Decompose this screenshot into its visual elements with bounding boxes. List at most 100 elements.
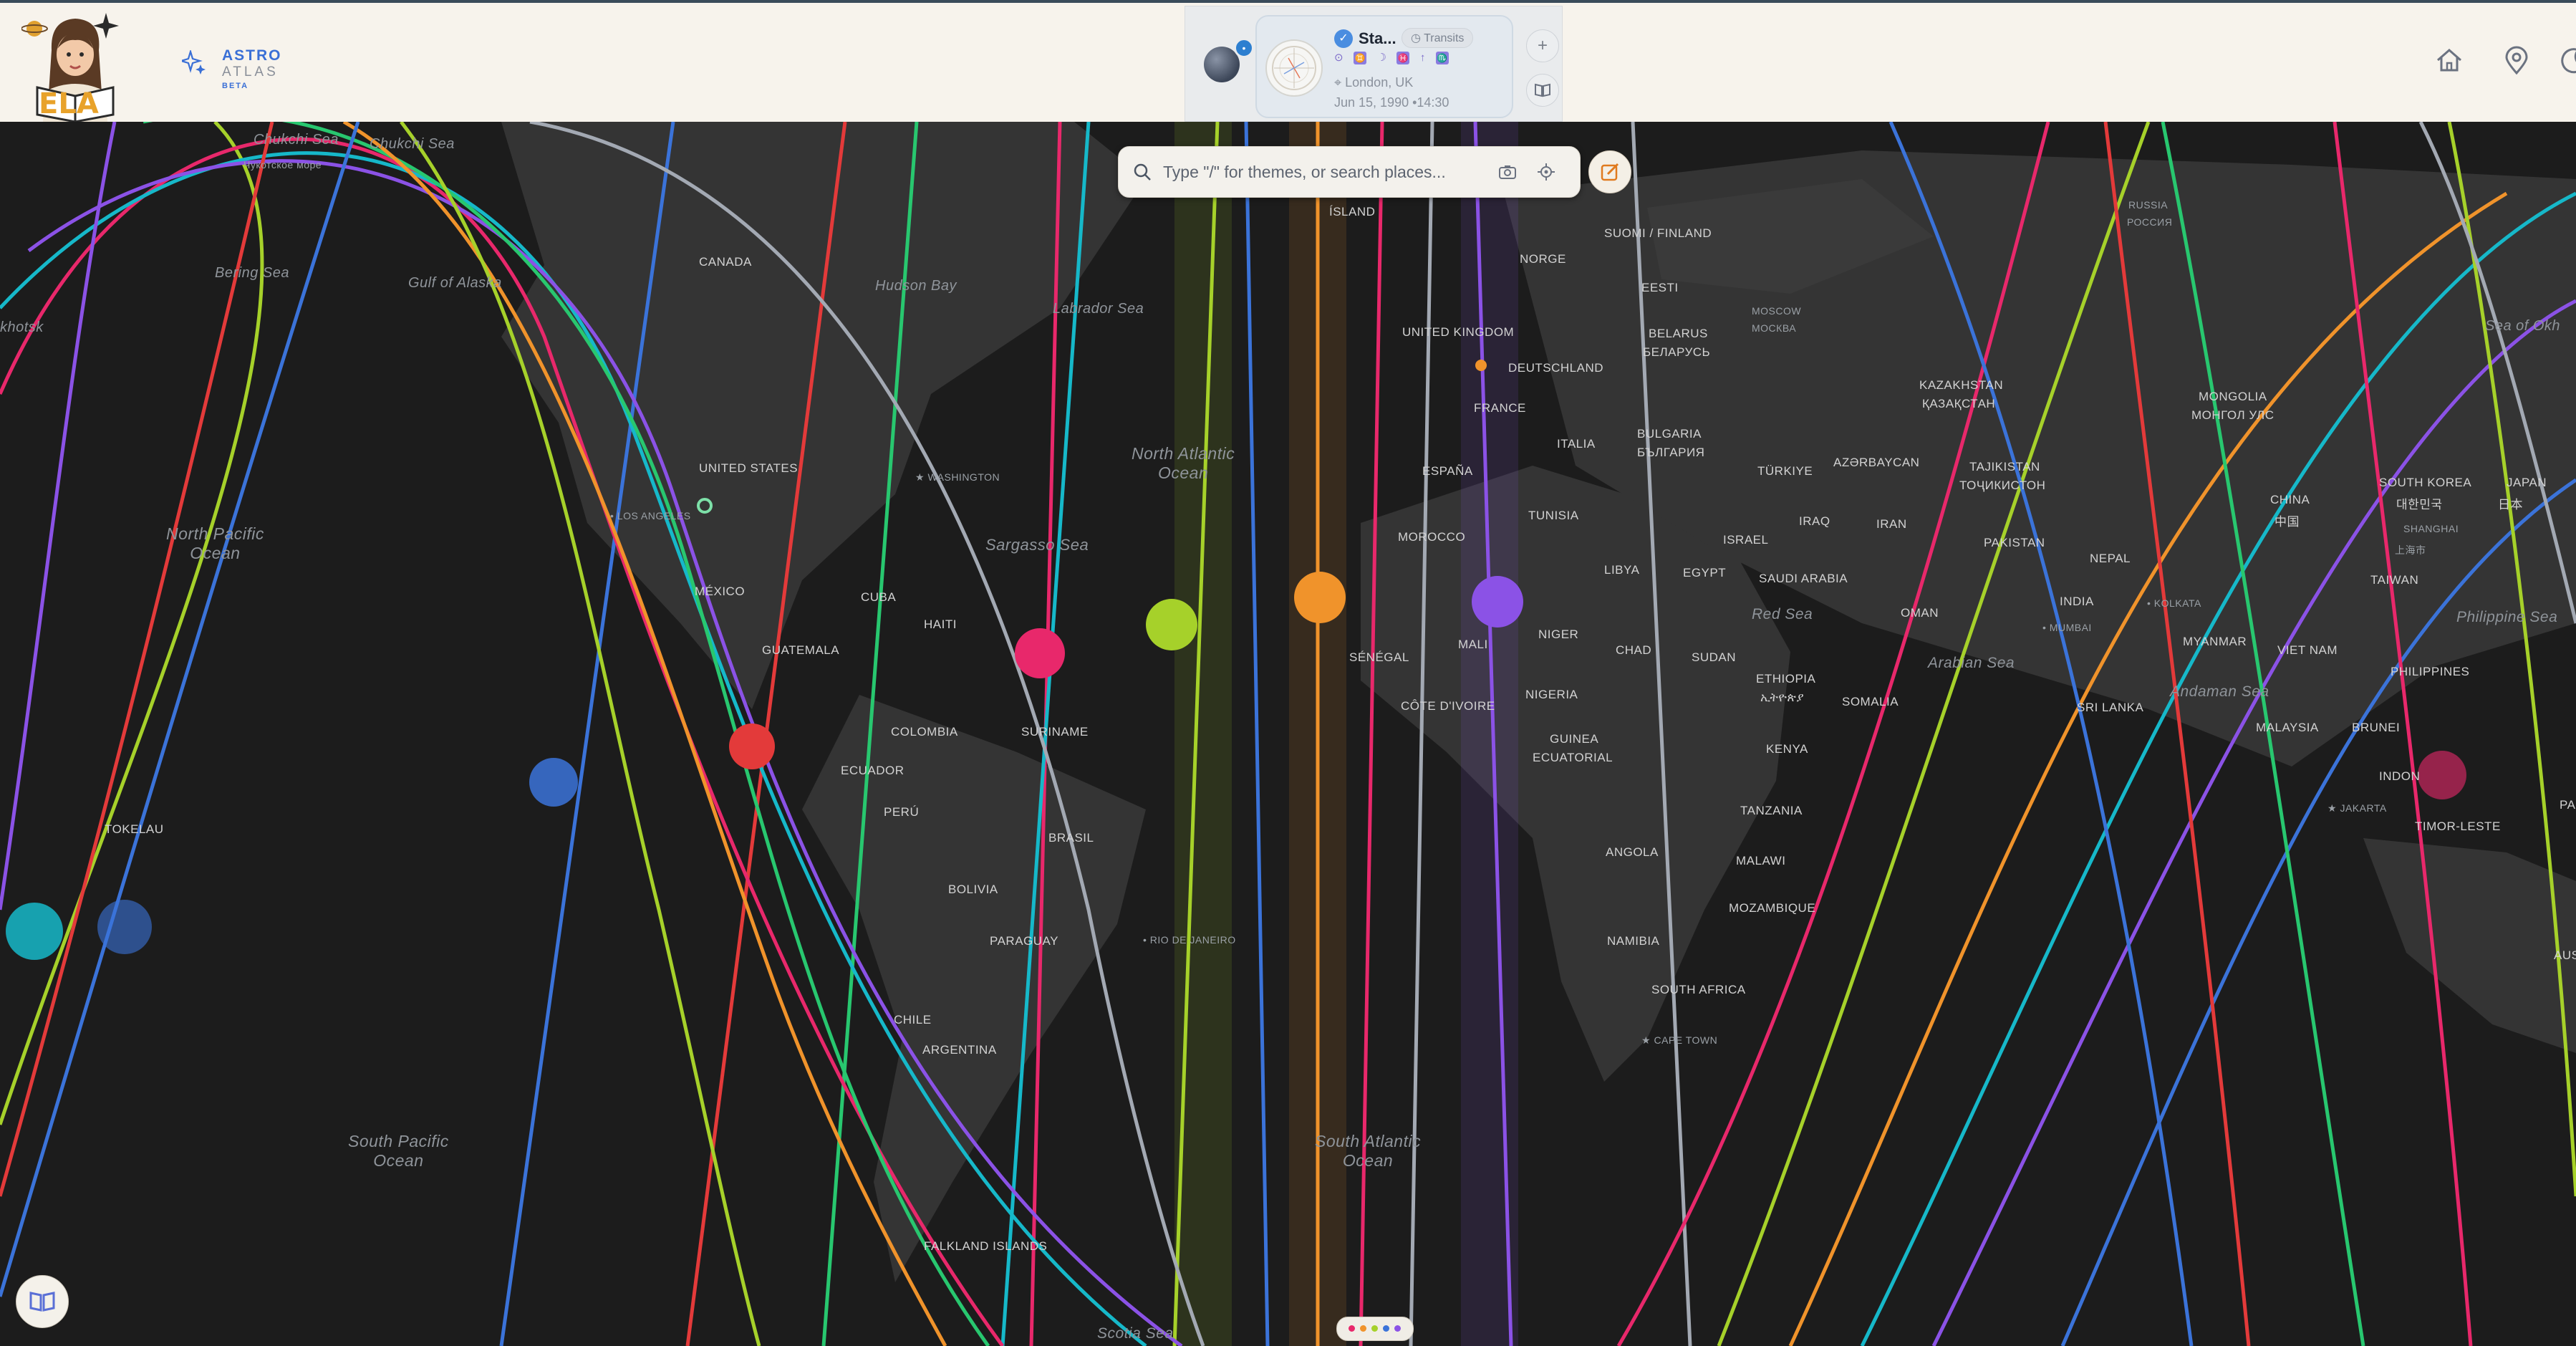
moon-sign-icon: ☽: [1376, 52, 1386, 64]
label-somalia: SOMALIA: [1842, 695, 1899, 708]
label-suriname: SURINAME: [1021, 725, 1089, 739]
label-sudan: SUDAN: [1692, 650, 1737, 664]
label-ethiopia-am: ኢትዮጵያ: [1760, 691, 1805, 704]
label-andaman: Andaman Sea: [2170, 683, 2269, 700]
label-guatemala: GUATEMALA: [762, 643, 840, 657]
page-dot[interactable]: [1360, 1325, 1366, 1332]
search-bar[interactable]: Type "/" for themes, or search places...: [1118, 146, 1581, 198]
chart-card[interactable]: ✓ Sta... ◷ Transits ⊙ ♊ ☽ ♓ ↑ ♏ ⌖ London…: [1255, 15, 1513, 118]
label-peru: PERÚ: [884, 805, 920, 819]
label-tanzania: TANZANIA: [1740, 804, 1803, 817]
astro-map[interactable]: Chukchi Sea Чукотское море Chukchi Sea B…: [0, 122, 2576, 1346]
label-los-angeles-text: LOS ANGELES: [617, 510, 691, 521]
home-icon: [2437, 49, 2461, 72]
page-dot[interactable]: [1394, 1325, 1401, 1332]
marker[interactable]: [97, 900, 152, 954]
label-cuba: CUBA: [861, 590, 897, 604]
label-kolkata-text: KOLKATA: [2153, 597, 2201, 609]
label-senegal: SÉNÉGAL: [1349, 650, 1409, 664]
brand-name-line2: ATLAS: [222, 64, 279, 80]
camera-icon[interactable]: [1497, 161, 1518, 183]
label-bulgaria: BULGARIA: [1637, 427, 1702, 441]
label-indonesia: INDON: [2379, 769, 2421, 783]
label-kenya: KENYA: [1766, 742, 1808, 756]
page-indicator[interactable]: [1336, 1317, 1414, 1341]
label-namibia: NAMIBIA: [1607, 934, 1660, 948]
guide-button[interactable]: [16, 1275, 69, 1328]
label-chukchi-2: Chukchi Sea: [370, 136, 455, 152]
label-mexico: MÉXICO: [695, 585, 746, 598]
label-south-pacific: South Pacific Ocean: [348, 1132, 449, 1170]
page-dot[interactable]: [1349, 1325, 1355, 1332]
marker[interactable]: [529, 758, 578, 807]
label-japan-ja: 日本: [2498, 498, 2523, 511]
label-sri-lanka: SRI LANKA: [2077, 701, 2144, 714]
label-deutschland: DEUTSCHLAND: [1508, 361, 1604, 375]
label-timor-leste: TIMOR-LESTE: [2415, 819, 2501, 833]
gemini-icon: ♊: [1354, 52, 1367, 64]
add-chart-button[interactable]: +: [1526, 29, 1559, 62]
book-icon: [29, 1292, 55, 1312]
transits-toggle[interactable]: ◷ Transits: [1402, 28, 1474, 48]
label-chukchi-ru: Чукотское море: [243, 159, 322, 170]
label-moscow: MOSCOW: [1752, 305, 1802, 317]
theme-button[interactable]: [2557, 44, 2576, 76]
label-tunisia: TUNISIA: [1528, 509, 1579, 522]
label-kazakhstan: KAZAKHSTAN: [1919, 378, 2004, 392]
label-ethiopia: ETHIOPIA: [1756, 672, 1816, 686]
location-button[interactable]: [2501, 44, 2532, 76]
marker[interactable]: [6, 903, 63, 960]
marker[interactable]: [1146, 599, 1197, 650]
label-jakarta-text: JAKARTA: [2340, 802, 2387, 814]
label-red-sea: Red Sea: [1752, 606, 1813, 622]
label-mongolia: MONGOLIA: [2199, 390, 2267, 403]
marker[interactable]: [729, 724, 775, 769]
edit-icon: [1601, 163, 1619, 181]
locate-icon[interactable]: [1535, 161, 1557, 183]
edit-button[interactable]: [1588, 150, 1631, 193]
label-ecuatorial: ECUATORIAL: [1533, 751, 1613, 764]
label-cape-town-text: CAPE TOWN: [1654, 1034, 1718, 1046]
home-button[interactable]: [2433, 44, 2465, 76]
marker[interactable]: [1015, 628, 1065, 678]
label-viet-nam: VIET NAM: [2277, 643, 2338, 657]
label-colombia: COLOMBIA: [891, 725, 958, 739]
chart-location: ⌖ London, UK: [1334, 75, 1414, 90]
label-united-states: UNITED STATES: [699, 461, 799, 475]
label-india: INDIA: [2060, 595, 2094, 608]
label-israel: ISRAEL: [1723, 533, 1769, 547]
label-myanmar: MYANMAR: [2183, 635, 2247, 648]
label-aus: AUS: [2554, 948, 2576, 962]
transits-label: Transits: [1424, 32, 1465, 44]
planet-line[interactable]: [1244, 122, 1270, 1346]
ela-logo[interactable]: ELA: [21, 7, 129, 123]
marker[interactable]: [1472, 576, 1523, 628]
app-header: ELA ASTRO ATLAS BETA • ✓ Sta... ◷ Transi…: [0, 3, 2576, 123]
book-button[interactable]: [1526, 74, 1559, 107]
label-sargasso: Sargasso Sea: [985, 536, 1089, 554]
moon-badge-icon: •: [1234, 38, 1254, 58]
planet-curve[interactable]: [0, 122, 360, 1297]
label-norge: NORGE: [1520, 252, 1566, 266]
current-location-marker[interactable]: [1475, 360, 1487, 371]
label-france: FRANCE: [1474, 401, 1526, 415]
search-icon: [1134, 163, 1151, 181]
label-iraq: IRAQ: [1799, 514, 1830, 528]
search-input[interactable]: Type "/" for themes, or search places...: [1163, 163, 1446, 182]
label-moscow-ru: МОСКВА: [1752, 322, 1797, 334]
planet-curve[interactable]: [0, 122, 274, 1197]
label-bering: Bering Sea: [215, 265, 289, 281]
page-dot[interactable]: [1383, 1325, 1389, 1332]
marker[interactable]: [2418, 751, 2466, 799]
label-brunei: BRUNEI: [2352, 721, 2401, 734]
label-scotia: Scotia Sea: [1097, 1325, 1174, 1342]
label-north-pacific: North Pacific Ocean: [166, 524, 264, 562]
label-haiti: HAITI: [924, 617, 957, 631]
page-dot[interactable]: [1371, 1325, 1378, 1332]
chart-datetime: Jun 15, 1990 •14:30: [1334, 95, 1449, 110]
brand-beta-badge: BETA: [222, 82, 249, 90]
marker[interactable]: [1294, 572, 1346, 623]
label-russia-ru: РОССИЯ: [2127, 216, 2173, 228]
label-falkland: FALKLAND ISLANDS: [924, 1239, 1048, 1253]
label-argentina: ARGENTINA: [922, 1043, 997, 1057]
